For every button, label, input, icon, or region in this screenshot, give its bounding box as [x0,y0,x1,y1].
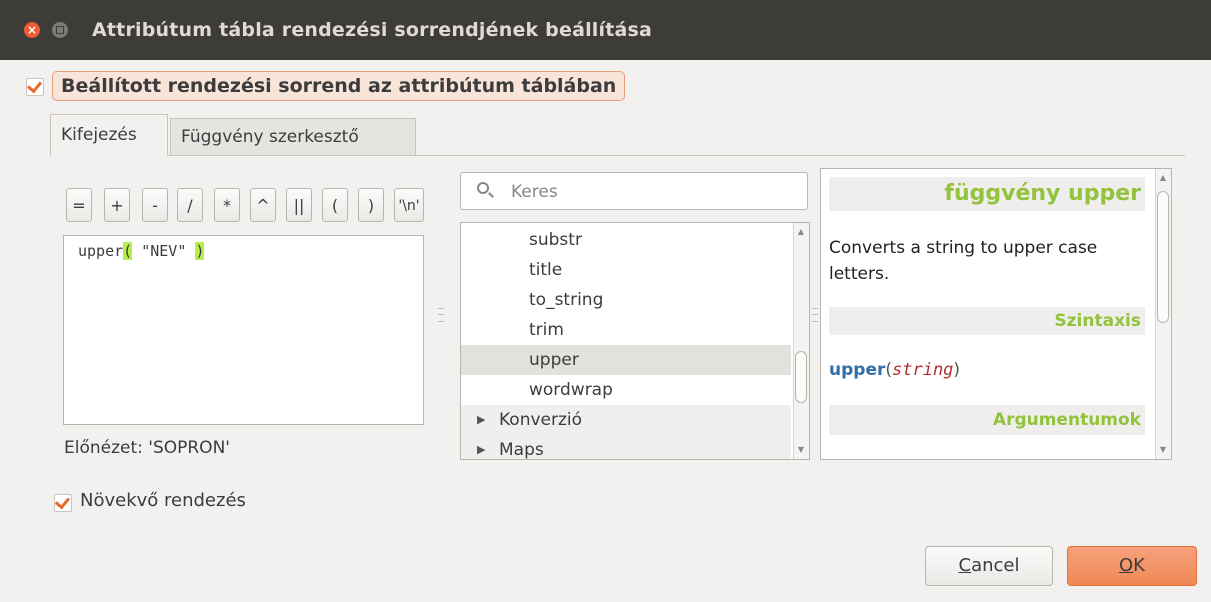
function-item-title[interactable]: title [461,255,791,285]
scroll-up-icon[interactable]: ▲ [1158,173,1168,182]
splitter-handle-right[interactable] [812,308,818,322]
operator-open-paren-button[interactable]: ( [322,188,348,222]
syntax-close-paren: ) [953,360,961,380]
function-search [460,172,808,210]
ok-mnemonic: O [1119,555,1134,576]
function-item-substr[interactable]: substr [461,225,791,255]
function-group-konverzio[interactable]: ▶ Konverzió [461,405,791,435]
expression-open-paren: ( [123,242,133,260]
expand-arrow-icon[interactable]: ▶ [477,405,485,435]
operator-minus-button[interactable]: - [142,188,168,222]
function-search-input[interactable] [509,179,793,205]
ascending-checkbox-label[interactable]: Növekvő rendezés [80,490,246,511]
help-scrollbar[interactable]: ▲ ▼ [1155,169,1171,459]
search-icon [477,182,489,194]
operator-divide-button[interactable]: / [177,188,203,222]
splitter-handle-left[interactable] [438,308,444,322]
help-description: Converts a string to upper case letters. [829,238,1098,284]
function-item-upper[interactable]: upper [461,345,791,375]
ok-button[interactable]: OK [1067,546,1197,586]
operator-equals-button[interactable]: = [66,188,92,222]
expression-editor[interactable]: upper( "NEV" ) [63,235,424,425]
cancel-mnemonic: C [958,555,972,576]
cancel-label: ancel [971,555,1020,576]
help-heading: függvény upper [829,177,1145,211]
expression-function: upper [78,242,124,260]
sort-order-checkbox-label[interactable]: Beállított rendezési sorrend az attribút… [52,71,626,101]
close-icon[interactable]: × [24,22,40,38]
syntax-argument: string [892,360,954,380]
operator-newline-button[interactable]: '\n' [394,188,424,222]
tab-expression[interactable]: Kifejezés [50,114,168,156]
operator-multiply-button[interactable]: * [214,188,240,222]
function-group-maps[interactable]: ▶ Maps [461,435,791,460]
scroll-down-icon[interactable]: ▼ [1158,445,1168,454]
expression-close-paren: ) [195,242,205,260]
operator-power-button[interactable]: ^ [250,188,276,222]
maximize-icon[interactable] [52,22,68,38]
tab-divider [50,155,1185,156]
function-group-label: Maps [499,440,544,460]
help-scroll-thumb[interactable] [1157,191,1169,323]
syntax-function: upper [829,360,886,380]
function-group-label: Konverzió [499,410,583,430]
expand-arrow-icon[interactable]: ▶ [477,435,485,459]
expression-argument: "NEV" [132,242,196,260]
function-list-scroll-thumb[interactable] [795,351,807,403]
help-arguments-heading: Argumentumok [829,405,1145,435]
scroll-up-icon[interactable]: ▲ [796,227,806,236]
function-item-wordwrap[interactable]: wordwrap [461,375,791,405]
syntax-open-paren: ( [885,360,892,380]
help-syntax: upper(string) [829,360,960,380]
ascending-checkbox[interactable] [54,494,72,512]
function-item-to-string[interactable]: to_string [461,285,791,315]
operator-concat-button[interactable]: || [286,188,312,222]
function-list: substr title to_string trim upper wordwr… [460,222,810,460]
scroll-down-icon[interactable]: ▼ [796,445,806,454]
operator-close-paren-button[interactable]: ) [358,188,384,222]
window-title: Attribútum tábla rendezési sorrendjének … [92,19,653,41]
cancel-button[interactable]: Cancel [925,546,1053,586]
help-panel: függvény upper Converts a string to uppe… [820,168,1172,460]
sort-order-checkbox[interactable] [26,78,44,96]
help-syntax-heading: Szintaxis [829,307,1145,335]
ok-label: K [1133,555,1145,576]
operator-plus-button[interactable]: + [104,188,130,222]
title-bar: × Attribútum tábla rendezési sorrendjéne… [0,0,1211,60]
tab-function-editor[interactable]: Függvény szerkesztő [170,118,416,156]
function-list-scrollbar[interactable]: ▲ ▼ [793,223,809,459]
expression-preview: Előnézet: 'SOPRON' [64,438,230,458]
function-item-trim[interactable]: trim [461,315,791,345]
